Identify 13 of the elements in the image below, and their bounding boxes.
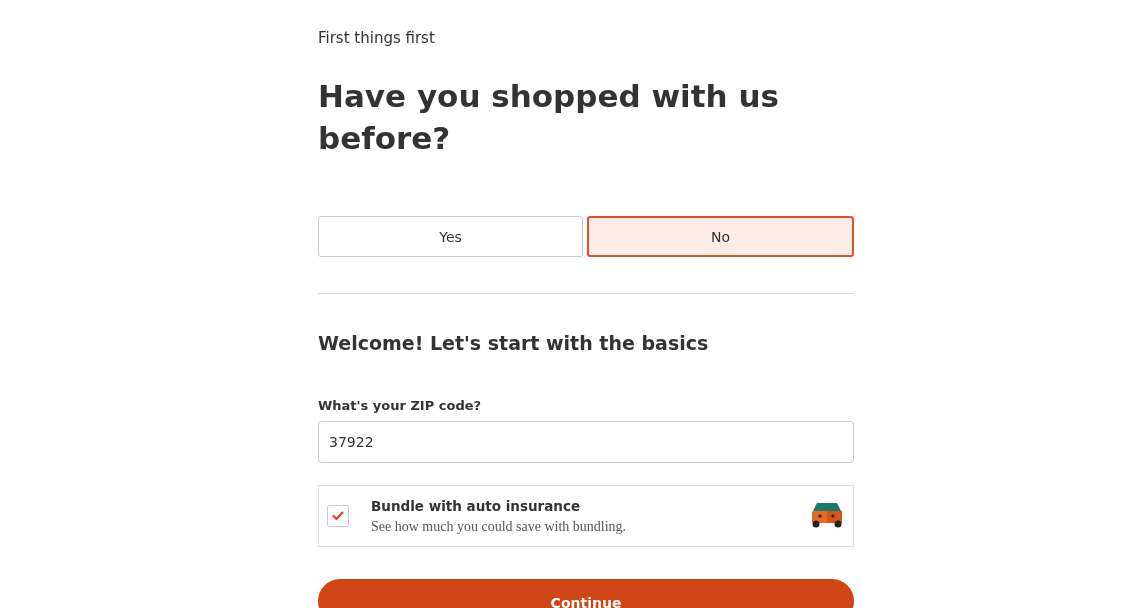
page-heading: Have you shopped with us before? [318,77,780,158]
field-label: What's your ZIP code? [318,398,483,413]
checkbox[interactable] [327,505,349,527]
bundle-description: See how much you could save with bundling. [371,518,628,535]
check-icon [332,511,344,521]
bundle-title: Bundle with auto insurance [371,497,582,514]
car-icon [811,503,843,529]
section-title: Welcome! Let's start with the basics [318,332,710,354]
zip-field[interactable]: 37922 [318,421,854,463]
choice-button[interactable]: No [587,216,854,257]
choice-button[interactable]: Yes [318,216,583,257]
continue-button[interactable]: Continue [318,579,854,608]
eyebrow-text: First things first [318,29,436,47]
